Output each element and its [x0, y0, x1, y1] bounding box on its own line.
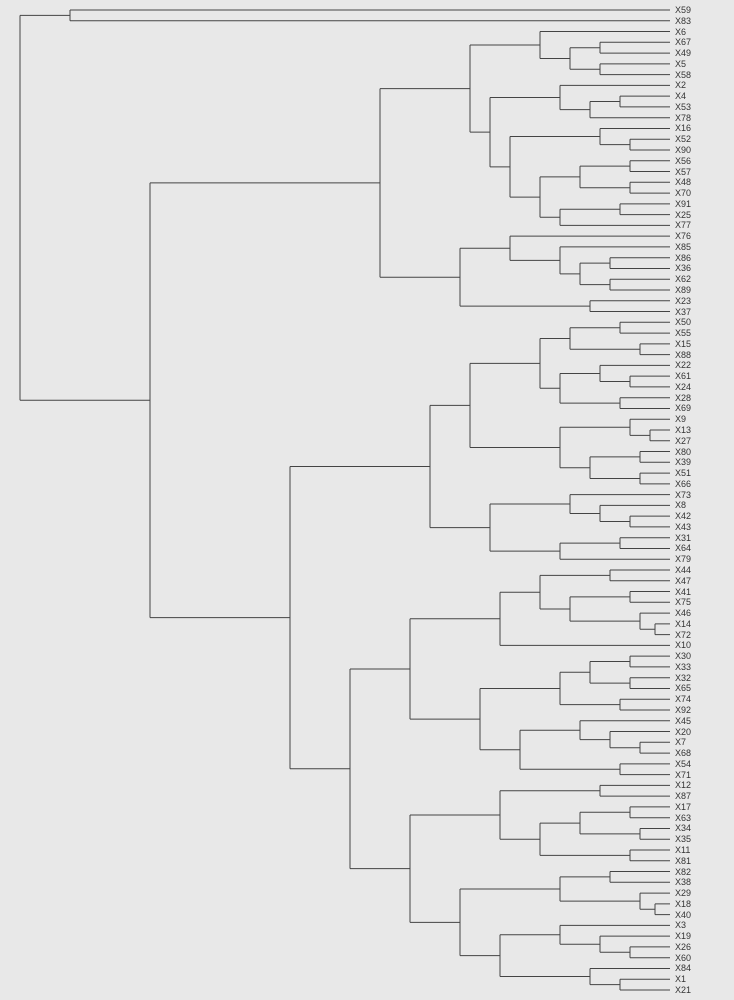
leaf-label: X67 — [675, 38, 691, 47]
leaf-label: X25 — [675, 211, 691, 220]
leaf-label: X73 — [675, 491, 691, 500]
leaf-label: X66 — [675, 480, 691, 489]
leaf-label: X27 — [675, 437, 691, 446]
leaf-label: X48 — [675, 178, 691, 187]
leaf-label: X34 — [675, 824, 691, 833]
leaf-label: X14 — [675, 620, 691, 629]
leaf-label: X18 — [675, 900, 691, 909]
leaf-label: X31 — [675, 534, 691, 543]
leaf-label: X28 — [675, 394, 691, 403]
leaf-label: X4 — [675, 92, 686, 101]
leaf-label: X36 — [675, 264, 691, 273]
leaf-label: X57 — [675, 168, 691, 177]
leaf-label: X9 — [675, 415, 686, 424]
leaf-label: X35 — [675, 835, 691, 844]
leaf-label: X74 — [675, 695, 691, 704]
leaf-label: X7 — [675, 738, 686, 747]
leaf-label: X51 — [675, 469, 691, 478]
leaf-label: X44 — [675, 566, 691, 575]
leaf-label: X53 — [675, 103, 691, 112]
leaf-label: X80 — [675, 448, 691, 457]
leaf-label: X82 — [675, 868, 691, 877]
leaf-label: X6 — [675, 28, 686, 37]
leaf-label: X92 — [675, 706, 691, 715]
leaf-label: X19 — [675, 932, 691, 941]
leaf-label: X71 — [675, 771, 691, 780]
leaf-label: X38 — [675, 878, 691, 887]
leaf-label: X20 — [675, 728, 691, 737]
dendrogram-svg — [0, 0, 734, 1000]
leaf-label: X64 — [675, 544, 691, 553]
leaf-label: X33 — [675, 663, 691, 672]
leaf-label: X32 — [675, 674, 691, 683]
leaf-label: X24 — [675, 383, 691, 392]
leaf-label: X76 — [675, 232, 691, 241]
leaf-label: X54 — [675, 760, 691, 769]
leaf-label: X55 — [675, 329, 691, 338]
leaf-label: X22 — [675, 361, 691, 370]
leaf-label: X45 — [675, 717, 691, 726]
leaf-label: X88 — [675, 351, 691, 360]
leaf-label: X1 — [675, 975, 686, 984]
leaf-label: X83 — [675, 17, 691, 26]
leaf-label: X2 — [675, 81, 686, 90]
leaf-label: X49 — [675, 49, 691, 58]
leaf-label: X26 — [675, 943, 691, 952]
leaf-label: X60 — [675, 954, 691, 963]
leaf-label: X69 — [675, 404, 691, 413]
leaf-label: X90 — [675, 146, 691, 155]
leaf-label: X72 — [675, 631, 691, 640]
leaf-label: X8 — [675, 501, 686, 510]
leaf-label: X77 — [675, 221, 691, 230]
leaf-label: X43 — [675, 523, 691, 532]
leaf-label: X61 — [675, 372, 691, 381]
leaf-label: X81 — [675, 857, 691, 866]
leaf-label: X78 — [675, 114, 691, 123]
leaf-label: X39 — [675, 458, 691, 467]
leaf-label: X89 — [675, 286, 691, 295]
dendrogram-container: X59 X83 X6X67 X49 X5 X58X2 X4 X53 X78X16 X52 X90 X5… — [0, 0, 734, 1000]
leaf-label: X16 — [675, 124, 691, 133]
leaf-label: X23 — [675, 297, 691, 306]
leaf-label: X13 — [675, 426, 691, 435]
leaf-label: X30 — [675, 652, 691, 661]
leaf-label: X63 — [675, 814, 691, 823]
leaf-label: X41 — [675, 588, 691, 597]
leaf-label: X58 — [675, 71, 691, 80]
leaf-label: X17 — [675, 803, 691, 812]
leaf-label: X85 — [675, 243, 691, 252]
leaf-label: X87 — [675, 792, 691, 801]
leaf-label: X46 — [675, 609, 691, 618]
leaf-label: X12 — [675, 781, 691, 790]
leaf-label: X62 — [675, 275, 691, 284]
leaf-label: X86 — [675, 254, 691, 263]
leaf-label: X65 — [675, 684, 691, 693]
leaf-label: X70 — [675, 189, 691, 198]
leaf-label: X47 — [675, 577, 691, 586]
leaf-label: X5 — [675, 60, 686, 69]
leaf-label: X50 — [675, 318, 691, 327]
leaf-label: X91 — [675, 200, 691, 209]
leaf-label: X56 — [675, 157, 691, 166]
leaf-label: X75 — [675, 598, 691, 607]
leaf-label: X79 — [675, 555, 691, 564]
leaf-label: X42 — [675, 512, 691, 521]
leaf-label: X84 — [675, 964, 691, 973]
leaf-label: X10 — [675, 641, 691, 650]
leaf-label: X11 — [675, 846, 690, 855]
leaf-label: X59 — [675, 6, 691, 15]
leaf-label: X37 — [675, 308, 691, 317]
leaf-label: X40 — [675, 911, 691, 920]
leaf-label: X52 — [675, 135, 691, 144]
leaf-label: X3 — [675, 921, 686, 930]
leaf-label: X21 — [675, 986, 691, 995]
leaf-label: X29 — [675, 889, 691, 898]
leaf-label: X15 — [675, 340, 691, 349]
leaf-label: X68 — [675, 749, 691, 758]
